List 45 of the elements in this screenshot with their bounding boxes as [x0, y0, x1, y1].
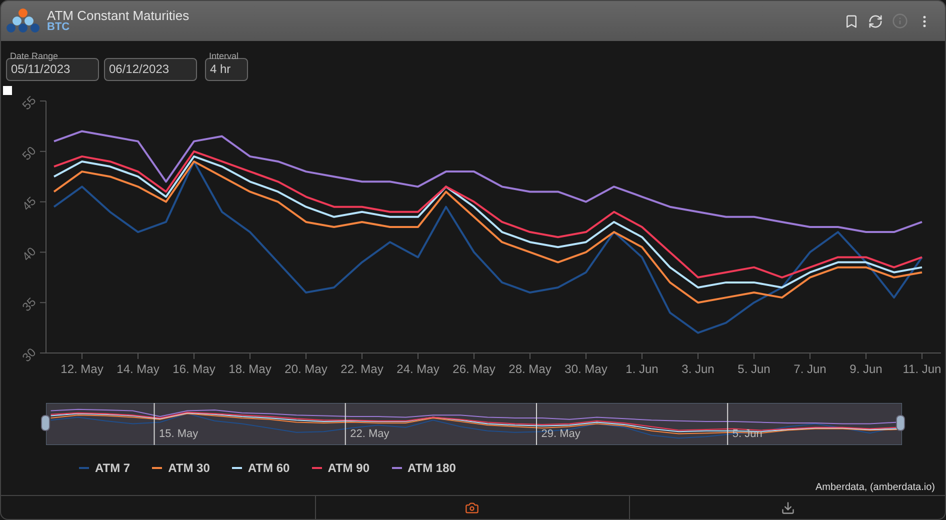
x-axis-label: 20. May — [284, 362, 328, 376]
download-icon — [780, 500, 795, 514]
legend-item[interactable]: ATM 30 — [152, 459, 210, 477]
y-axis-label: 40 — [19, 244, 39, 264]
x-axis-label: 7. Jun — [794, 362, 826, 376]
window-subtitle: BTC — [47, 22, 71, 33]
bookmark-icon[interactable] — [844, 14, 859, 28]
handle-icon[interactable] — [41, 415, 50, 431]
x-axis-label: 5. Jun — [738, 362, 770, 376]
y-axis-label: 50 — [19, 144, 39, 163]
legend-item[interactable]: ATM 90 — [312, 459, 370, 477]
navigator-label: 15. May — [159, 429, 198, 440]
x-axis-label: 18. May — [228, 362, 272, 376]
x-axis-label: 3. Jun — [682, 362, 714, 376]
x-axis-label: 30. May — [564, 362, 608, 376]
date-field[interactable]: 06/12/2023 — [104, 58, 197, 81]
x-axis-label: 11. Jun — [902, 362, 942, 376]
legend-item[interactable]: ATM 7 — [79, 459, 130, 477]
refresh-icon[interactable] — [868, 14, 883, 28]
x-axis-label: 12. May — [60, 362, 104, 376]
logo-icon — [6, 8, 40, 34]
y-axis-label: 30 — [19, 345, 39, 365]
navigator-label: 29. May — [541, 429, 580, 440]
x-axis-label: 1. Jun — [626, 362, 658, 376]
x-axis-label: 9. Jun — [850, 362, 882, 376]
handle-icon[interactable] — [896, 415, 905, 431]
camera-icon — [465, 500, 480, 514]
field-label: Interval — [209, 52, 239, 61]
y-axis-label: 55 — [19, 93, 39, 113]
y-axis-label: 45 — [19, 194, 39, 214]
field-label: Date Range — [10, 52, 58, 61]
x-axis-label: 26. May — [452, 362, 496, 376]
y-axis-label: 35 — [19, 294, 39, 314]
checkbox-icon[interactable] — [3, 86, 12, 95]
x-axis-label: 22. May — [340, 362, 384, 376]
date-field[interactable]: 4 hr — [205, 58, 248, 81]
navigator-label: 22. May — [350, 429, 390, 440]
legend-item[interactable]: ATM 180 — [392, 459, 456, 477]
x-axis-label: 28. May — [508, 362, 552, 376]
legend-item[interactable]: ATM 60 — [232, 459, 290, 477]
x-axis-label: 14. May — [116, 362, 160, 376]
x-axis-label: 24. May — [396, 362, 440, 376]
x-axis-label: 16. May — [172, 362, 216, 376]
credit-text: Amberdata, (amberdata.io) — [815, 481, 935, 495]
window-title: ATM Constant Maturities — [47, 9, 190, 22]
